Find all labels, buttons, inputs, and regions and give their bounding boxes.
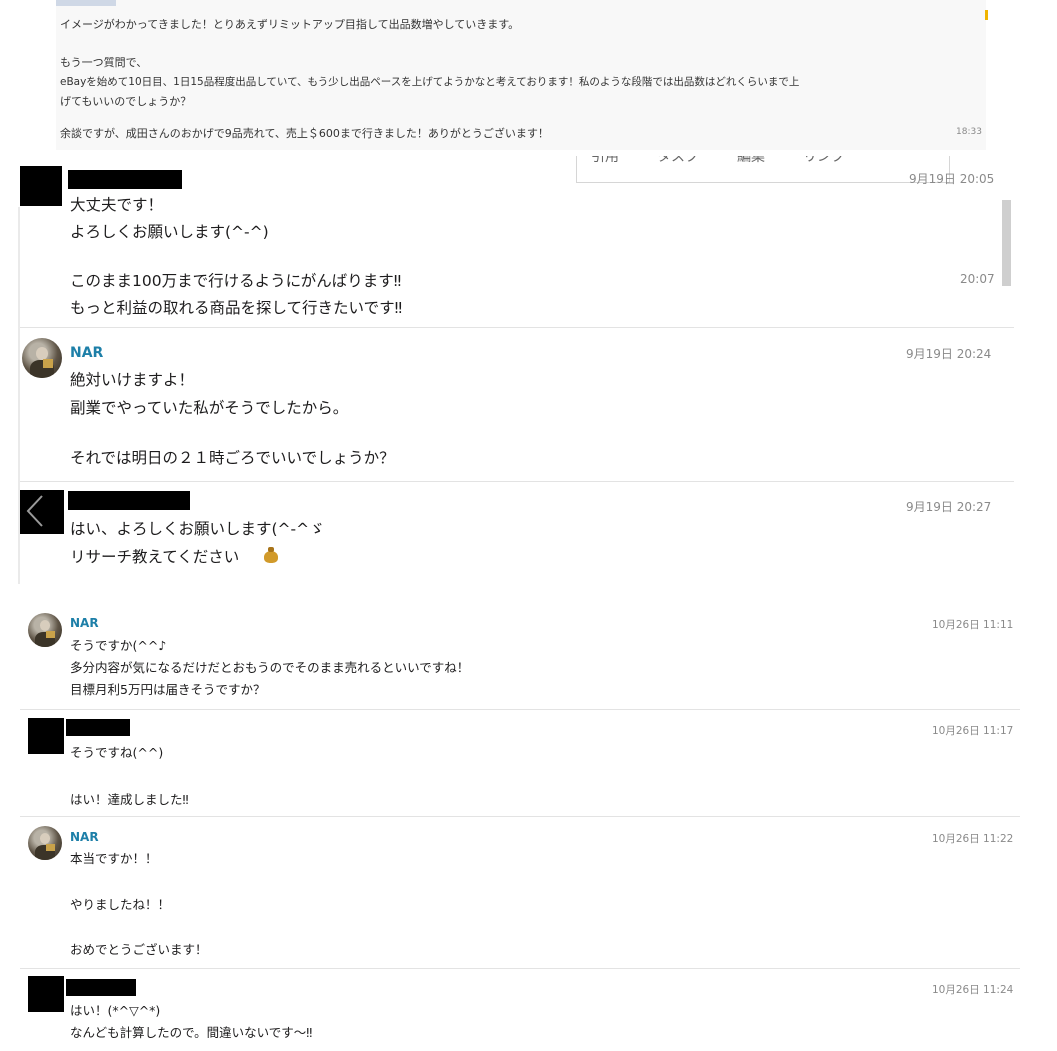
avatar-redacted — [28, 718, 64, 754]
top-message-line-5: 余談ですが、成田さんのおかげで9品売れて、売上＄600まで行きました！ありがとう… — [60, 127, 549, 140]
sender-name[interactable]: NAR — [70, 345, 103, 361]
message-text-line: 絶対いけますよ！ — [70, 371, 195, 389]
top-message-line-3: eBayを始めて10日目、1日15品程度出品していて、もう少し出品ペースを上げて… — [60, 76, 800, 88]
nar-avatar[interactable] — [22, 338, 62, 378]
message-text-line: 本当ですか！！ — [70, 851, 158, 866]
message-time: 10月26日 11:22 — [932, 833, 1014, 845]
money-bag-emoji-icon — [262, 546, 280, 564]
sender-name[interactable]: NAR — [70, 830, 99, 844]
panel-left-edge — [18, 207, 20, 584]
message-text-line: やりましたね！！ — [70, 897, 171, 912]
nar-avatar[interactable] — [28, 826, 62, 860]
message-text-line: なんども計算したので。間違いないです〜‼ — [70, 1025, 313, 1040]
top-message-line-1: イメージがわかってきました！とりあえずリミットアップ目指して出品数増やしていきま… — [60, 18, 520, 31]
avatar-redacted — [20, 166, 62, 206]
message-text-line: はい！(*^▽^*) — [70, 1003, 161, 1018]
message-text-line: そうですか(^^♪ — [70, 638, 167, 653]
message-text-line: おめでとうございます！ — [70, 942, 208, 957]
task-action[interactable]: タスク — [657, 156, 699, 166]
edit-action[interactable]: 編集 — [737, 156, 765, 166]
message-text-line: それでは明日の２１時ごろでいいでしょうか？ — [70, 449, 395, 467]
message-text-line: よろしくお願いします(^-^) — [70, 223, 269, 241]
message-text-line: このまま100万まで行けるようにがんばります‼ — [70, 272, 402, 290]
scrollbar-thumb[interactable] — [1002, 200, 1011, 286]
avatar-redacted — [28, 976, 64, 1012]
sender-name-redacted — [68, 491, 190, 510]
message-time: 20:07 — [960, 272, 995, 286]
message-text-line: 多分内容が気になるだけだとおもうのでそのまま売れるといいですね！ — [70, 660, 470, 675]
message-time: 9月19日 20:05 — [909, 172, 995, 186]
top-message-time: 18:33 — [956, 127, 982, 137]
message-action-toolbar[interactable]: 引用 タスク 編集 リンク — [576, 156, 950, 183]
link-action[interactable]: リンク — [803, 156, 845, 166]
message-time: 10月26日 11:24 — [932, 984, 1014, 996]
message-text-line: そうですね(^^) — [70, 745, 164, 760]
message-text-line: 目標月利5万円は届きそうですか？ — [70, 682, 266, 697]
sender-name[interactable]: NAR — [70, 616, 99, 630]
message-time: 10月26日 11:17 — [932, 725, 1014, 737]
top-message-block: イメージがわかってきました！とりあえずリミットアップ目指して出品数増やしていきま… — [56, 0, 986, 150]
message-text-line: リサーチ教えてください — [70, 548, 240, 566]
message-text-line: はい、よろしくお願いします(^-^ゞ — [70, 520, 325, 538]
message-text-line: はい！達成しました‼ — [70, 792, 189, 807]
message-time: 10月26日 11:11 — [932, 619, 1014, 631]
message-time: 9月19日 20:27 — [906, 500, 992, 514]
message-text-line: もっと利益の取れる商品を探して行きたいです‼ — [70, 299, 403, 317]
sender-name-redacted — [66, 719, 130, 736]
nar-avatar[interactable] — [28, 613, 62, 647]
top-edge-marker — [985, 10, 988, 20]
top-message-line-2: もう一つ質問で、 — [60, 56, 148, 69]
chevron-left-icon[interactable] — [24, 494, 48, 528]
message-text-line: 副業でやっていた私がそうでしたから。 — [70, 399, 349, 417]
message-time: 9月19日 20:24 — [906, 347, 992, 361]
quote-action[interactable]: 引用 — [591, 156, 619, 166]
sender-name-redacted — [68, 170, 182, 189]
message-text-line: 大丈夫です！ — [70, 196, 164, 214]
sender-name-redacted — [66, 979, 136, 996]
top-message-line-4: げてもいいのでしょうか？ — [60, 95, 192, 108]
